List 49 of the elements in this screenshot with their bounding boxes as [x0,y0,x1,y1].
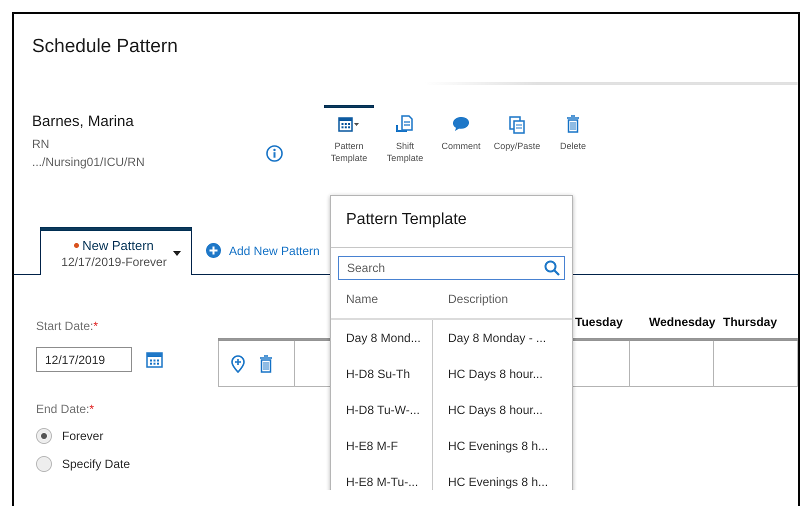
day-header: Tuesday [575,314,624,328]
calendar-icon[interactable] [146,351,163,368]
column-header: Name [345,292,380,306]
start-date-label: Start Date:* [36,319,100,333]
table-cell[interactable]: HC Evenings 8 h... [448,475,548,489]
tab-title: New Pattern [74,238,154,252]
table-cell[interactable]: Day 8 Mond... [346,331,421,345]
calendar-dropdown-icon [338,115,360,133]
info-icon[interactable] [266,145,283,162]
trash-icon [566,115,580,133]
table-cell[interactable]: H-D8 Tu-W-... [346,403,420,417]
caret-icon [173,250,181,256]
end-date-option[interactable]: Forever [36,428,218,444]
popup-title: Pattern Template [331,196,572,248]
document-icon [395,114,415,134]
start-date-field[interactable]: 12/17/2019 [36,347,132,372]
day-header: Thursday [723,314,778,328]
table-cell[interactable]: H-D8 Su-Th [346,367,410,381]
person-role: RN [32,137,50,151]
window-title: Schedule Pattern [31,35,179,59]
column-header: Description [447,292,510,306]
toolbar-button[interactable]: Comment [436,105,486,191]
table-cell[interactable]: HC Days 8 hour... [448,403,543,417]
person-name: Barnes, Marina [32,113,135,130]
location-plus-icon[interactable] [231,354,245,372]
table-cell[interactable]: H-E8 M-F [346,439,398,453]
plus-icon [206,243,221,258]
day-header: Wednesday [649,314,716,328]
table-cell[interactable]: H-E8 M-Tu-... [346,475,418,489]
toolbar-button[interactable]: Pattern Template [324,105,374,191]
person-path: .../Nursing01/ICU/RN [32,155,146,169]
end-date-label: End Date:* [36,402,96,416]
toolbar-button[interactable]: Delete [548,105,598,191]
end-date-option[interactable]: Specify Date [36,456,218,472]
comment-icon [452,116,470,132]
search-field[interactable]: Search [338,256,565,280]
table-cell[interactable]: HC Days 8 hour... [448,367,543,381]
pattern-tab[interactable]: New Pattern 12/17/2019-Forever [40,227,192,275]
toolbar-button[interactable]: Shift Template [380,105,430,191]
radio-icon[interactable] [36,456,52,472]
copy-icon [509,114,525,134]
search-icon[interactable] [544,260,560,276]
add-pattern-link[interactable]: Add New Pattern [206,243,320,258]
toolbar-button[interactable]: Copy/Paste [492,105,542,191]
radio-icon[interactable] [36,428,52,444]
trash-icon[interactable] [259,354,273,372]
table-cell[interactable]: Day 8 Monday - ... [448,331,546,345]
table-cell[interactable]: HC Evenings 8 h... [448,439,548,453]
tab-dates: 12/17/2019-Forever [61,254,167,268]
